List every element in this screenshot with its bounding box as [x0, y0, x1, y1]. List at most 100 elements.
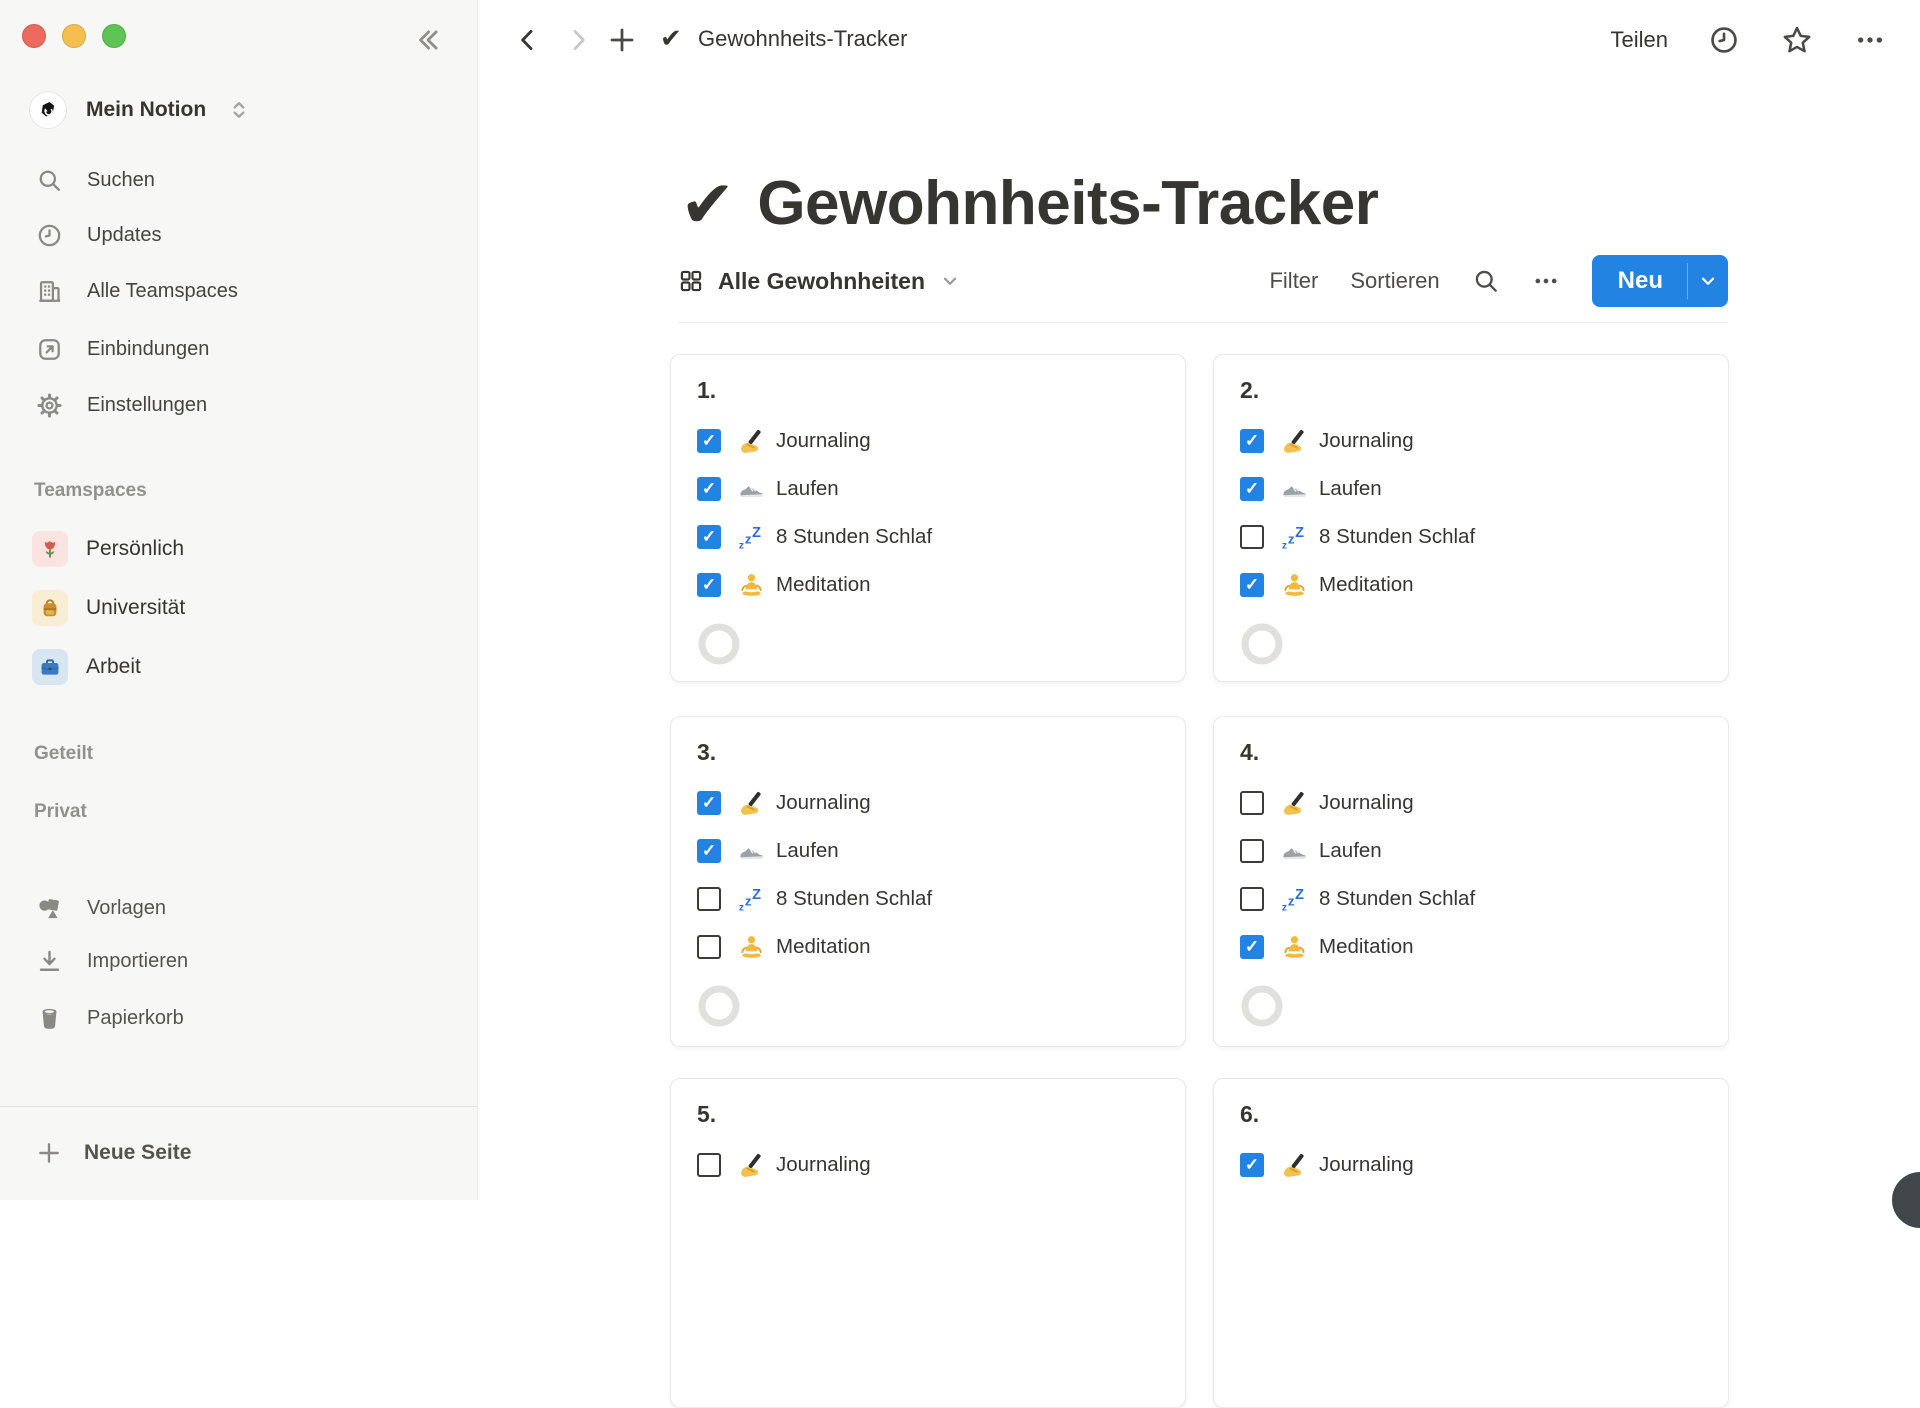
habit-checkbox[interactable] [697, 525, 721, 549]
habit-card-4[interactable]: 4. Journaling Laufen 8 Stunden Schlaf Me… [1213, 716, 1729, 1047]
zoom-window-button[interactable] [102, 24, 126, 48]
writing-hand-icon [1280, 789, 1309, 818]
sidebar-item-label: Importieren [87, 950, 188, 973]
double-chevron-left-icon [413, 25, 443, 55]
teamspace-label: Arbeit [86, 655, 141, 679]
teamspaces-section-header[interactable]: Teamspaces [34, 480, 147, 502]
habit-label: 8 Stunden Schlaf [776, 525, 932, 549]
page-title-text[interactable]: Gewohnheits-Tracker [757, 158, 1378, 250]
habit-label: Journaling [1319, 429, 1414, 453]
sidebar-item-suchen[interactable]: Suchen [22, 158, 456, 202]
sidebar-item-arbeit[interactable]: Arbeit [22, 644, 456, 690]
progress-ring [697, 622, 741, 666]
clock-icon [36, 222, 63, 249]
sidebar: Mein Notion Suchen Updates Alle Teamspac… [0, 0, 478, 1200]
habit-checkbox[interactable] [1240, 525, 1264, 549]
sidebar-item-universitaet[interactable]: Universität [22, 585, 456, 631]
close-window-button[interactable] [22, 24, 46, 48]
card-title: 1. [697, 375, 1159, 405]
writing-hand-icon [737, 427, 766, 456]
view-tab-alle-gewohnheiten[interactable]: Alle Gewohnheiten [678, 268, 961, 295]
zzz-sleep-icon [1280, 523, 1309, 552]
new-entry-dropdown-button[interactable] [1688, 255, 1728, 307]
forward-button[interactable] [560, 22, 596, 58]
habit-card-5[interactable]: 5. Journaling [670, 1078, 1186, 1408]
new-page-label: Neue Seite [84, 1141, 191, 1165]
sidebar-item-vorlagen[interactable]: Vorlagen [22, 886, 456, 930]
trash-icon [36, 1005, 63, 1032]
sidebar-item-papierkorb[interactable]: Papierkorb [22, 996, 456, 1040]
habit-label: Meditation [1319, 935, 1414, 959]
habit-checkbox[interactable] [697, 791, 721, 815]
habit-checkbox[interactable] [1240, 839, 1264, 863]
habit-card-2[interactable]: 2. Journaling Laufen 8 Stunden Schlaf Me… [1213, 354, 1729, 682]
search-icon[interactable] [1472, 267, 1500, 295]
habit-label: Meditation [776, 573, 871, 597]
new-page-button[interactable]: Neue Seite [22, 1130, 456, 1176]
habit-row: Laufen [697, 465, 1159, 513]
habit-row: 8 Stunden Schlaf [1240, 513, 1702, 561]
habit-checkbox[interactable] [1240, 791, 1264, 815]
page-icon-checkmark[interactable]: ✔ [680, 158, 735, 250]
gear-icon [36, 392, 63, 419]
favorite-star-icon[interactable] [1780, 23, 1814, 57]
habit-checkbox[interactable] [697, 935, 721, 959]
zzz-sleep-icon [1280, 885, 1309, 914]
breadcrumb[interactable]: Gewohnheits-Tracker [698, 26, 907, 52]
habit-checkbox[interactable] [697, 429, 721, 453]
habit-label: Journaling [776, 429, 871, 453]
habit-checkbox[interactable] [1240, 1153, 1264, 1177]
habit-card-1[interactable]: 1. Journaling Laufen 8 Stunden Schlaf Me… [670, 354, 1186, 682]
more-ellipsis-icon[interactable] [1532, 267, 1560, 295]
share-button[interactable]: Teilen [1611, 27, 1668, 53]
writing-hand-icon [1280, 427, 1309, 456]
sidebar-item-einbindungen[interactable]: Einbindungen [22, 327, 456, 371]
sidebar-item-einstellungen[interactable]: Einstellungen [22, 383, 456, 427]
collapse-sidebar-button[interactable] [410, 22, 446, 58]
habit-label: 8 Stunden Schlaf [776, 887, 932, 911]
minimize-window-button[interactable] [62, 24, 86, 48]
habit-label: Laufen [776, 477, 839, 501]
habit-row: Journaling [1240, 417, 1702, 465]
help-button[interactable] [1892, 1172, 1920, 1228]
sidebar-item-label: Papierkorb [87, 1007, 184, 1030]
privat-section-header[interactable]: Privat [34, 801, 87, 823]
sidebar-item-alle-teamspaces[interactable]: Alle Teamspaces [22, 269, 456, 313]
habit-card-3[interactable]: 3. Journaling Laufen 8 Stunden Schlaf Me… [670, 716, 1186, 1047]
workspace-switcher[interactable]: Mein Notion [30, 92, 252, 128]
sidebar-item-updates[interactable]: Updates [22, 213, 456, 257]
writing-hand-icon [1280, 1151, 1309, 1180]
sidebar-item-label: Updates [87, 224, 162, 247]
writing-hand-icon [737, 1151, 766, 1180]
filter-button[interactable]: Filter [1269, 268, 1318, 294]
habit-row: Journaling [1240, 1141, 1702, 1189]
habit-checkbox[interactable] [697, 887, 721, 911]
more-ellipsis-icon[interactable] [1854, 24, 1886, 56]
habit-row: Laufen [1240, 827, 1702, 875]
habit-checkbox[interactable] [1240, 935, 1264, 959]
running-shoe-icon [737, 475, 766, 504]
history-clock-icon[interactable] [1708, 24, 1740, 56]
back-button[interactable] [510, 22, 546, 58]
habit-checkbox[interactable] [1240, 477, 1264, 501]
sidebar-item-importieren[interactable]: Importieren [22, 939, 456, 983]
habit-checkbox[interactable] [697, 1153, 721, 1177]
habit-row: Meditation [697, 561, 1159, 609]
habit-checkbox[interactable] [1240, 573, 1264, 597]
habit-row: Meditation [1240, 923, 1702, 971]
main-content: ✔ Gewohnheits-Tracker Teilen ✔ Gewohnhei… [478, 0, 1920, 1200]
habit-checkbox[interactable] [697, 477, 721, 501]
habit-row: 8 Stunden Schlaf [1240, 875, 1702, 923]
sidebar-item-persoenlich[interactable]: Persönlich [22, 526, 456, 572]
habit-card-6[interactable]: 6. Journaling [1213, 1078, 1729, 1408]
habit-checkbox[interactable] [1240, 429, 1264, 453]
sort-button[interactable]: Sortieren [1350, 268, 1439, 294]
habit-checkbox[interactable] [697, 573, 721, 597]
new-tab-button[interactable] [604, 22, 640, 58]
habit-checkbox[interactable] [1240, 887, 1264, 911]
habit-checkbox[interactable] [697, 839, 721, 863]
habit-row: Journaling [697, 417, 1159, 465]
new-entry-button[interactable]: Neu [1592, 255, 1687, 307]
geteilt-section-header[interactable]: Geteilt [34, 743, 93, 765]
toolbar-divider [678, 322, 1728, 323]
